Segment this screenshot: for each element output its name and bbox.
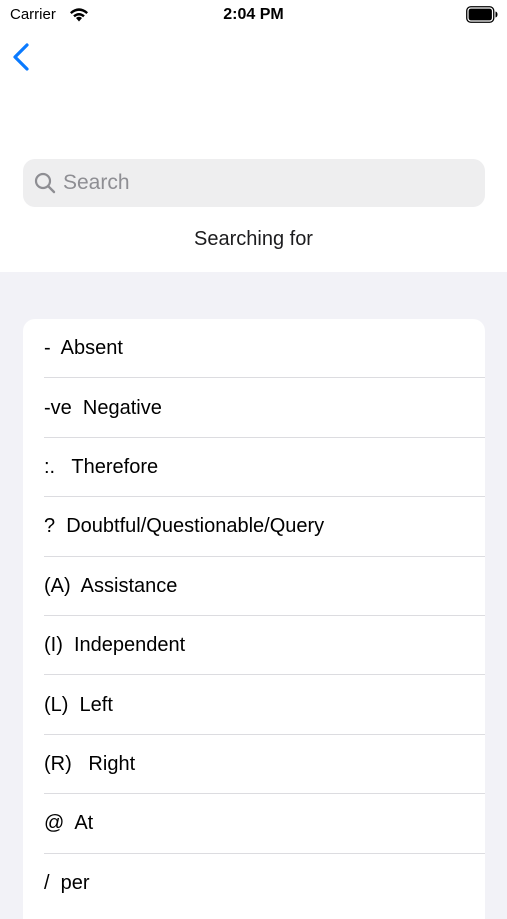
list-item[interactable]: -ve Negative (23, 378, 485, 439)
list-item[interactable]: ? Doubtful/Questionable/Query (23, 497, 485, 557)
search-bar[interactable] (23, 159, 485, 207)
chevron-left-icon (13, 43, 29, 71)
abbreviation-list: - Absent -ve Negative :. Therefore ? Dou… (23, 319, 485, 919)
battery-icon (466, 6, 498, 23)
list-item[interactable]: :. Therefore (23, 438, 485, 498)
list-item[interactable]: - Absent (23, 319, 485, 379)
list-item[interactable]: (R) Right (23, 735, 485, 795)
back-button[interactable] (8, 40, 38, 74)
list-item[interactable]: @ At (23, 794, 485, 854)
list-item[interactable]: (A) Assistance (23, 557, 485, 617)
searching-for-label: Searching for (194, 228, 313, 250)
search-icon (34, 172, 56, 194)
list-item[interactable]: (L) Left (23, 675, 485, 736)
status-bar: Carrier 2:04 PM (0, 0, 507, 30)
list-item[interactable]: / per (23, 854, 485, 913)
status-time: 2:04 PM (223, 6, 284, 23)
list-item[interactable]: (I) Independent (23, 616, 485, 676)
search-input[interactable] (63, 159, 473, 207)
